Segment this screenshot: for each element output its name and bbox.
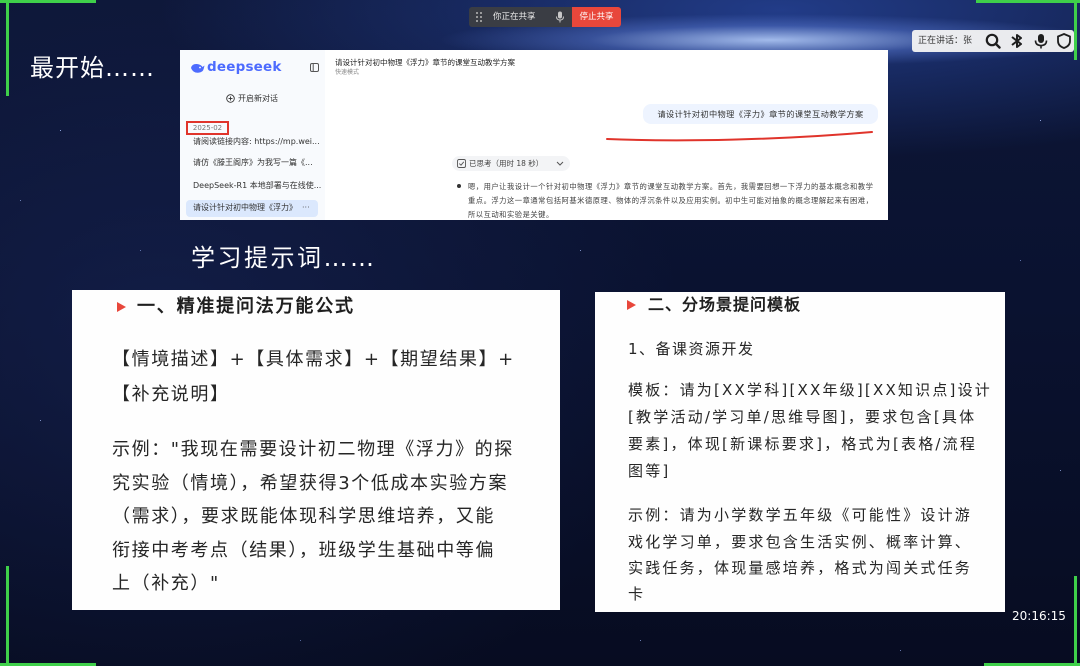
template-line: [教学活动/学习单/思维导图]，要求包含[具体 <box>628 408 977 426</box>
section-title: 1、备课资源开发 <box>628 340 755 358</box>
list-bullet <box>457 184 461 188</box>
plus-circle-icon <box>226 94 235 103</box>
share-border-top-left-h <box>0 0 96 3</box>
history-item: 请仿《滕王阁序》为我写一篇《... <box>193 158 313 167</box>
share-border-bottom-right-v <box>1074 576 1077 666</box>
mic-icon[interactable] <box>555 11 565 23</box>
example-line: （需求），要求既能体现科学思维培养，又能 <box>112 506 495 527</box>
date-group-label-highlighted: 2025-02 <box>186 121 229 135</box>
share-border-top-right-v <box>1074 0 1077 60</box>
formula-card: 一、精准提问法万能公式 【情境描述】+【具体需求】+【期望结果】+ 【补充说明】… <box>72 290 560 610</box>
thought-icon <box>457 159 466 168</box>
mic-icon[interactable] <box>1033 33 1049 49</box>
red-underline-annotation <box>606 131 873 142</box>
network-icon[interactable] <box>1009 33 1025 49</box>
new-chat-label: 开启新对话 <box>238 94 278 103</box>
share-status-text: 你正在共享 <box>493 12 536 22</box>
deepseek-sidebar <box>180 50 325 220</box>
template-line: 图等] <box>628 462 671 480</box>
slide-heading-prompts: 学习提示词…… <box>191 244 377 272</box>
shield-icon[interactable] <box>1056 33 1072 49</box>
example-line: 上（补充）" <box>112 573 220 594</box>
user-message-bubble: 请设计针对初中物理《浮力》章节的课堂互动教学方案 <box>643 104 878 124</box>
share-border-bottom-left-v <box>6 566 9 666</box>
template-card-title: 二、分场景提问模板 <box>648 295 802 314</box>
formula-card-title: 一、精准提问法万能公式 <box>137 296 355 317</box>
screen-share-bar: 你正在共享 停止共享 <box>469 7 621 27</box>
history-item-active: 请设计针对初中物理《浮力》 <box>193 203 297 212</box>
example-line: 戏化学习单，要求包含生活实例、概率计算、 <box>628 533 973 551</box>
history-item: 请阅读链接内容: https://mp.wei... <box>193 137 320 146</box>
deepseek-screenshot: deepseek 开启新对话 2025-02 请阅读链接内容: https://… <box>180 50 888 220</box>
template-card: 二、分场景提问模板 1、备课资源开发 模板：请为[XX学科][XX年级][XX知… <box>595 292 1005 612</box>
example-line: 实践任务，体现量感培养，格式为闯关式任务 <box>628 559 973 577</box>
triangle-bullet-icon <box>117 302 126 312</box>
speaker-label: 正在讲话：张 <box>918 36 973 46</box>
example-line: 示例："我现在需要设计初二物理《浮力》的探 <box>112 439 514 460</box>
thought-label: 已思考（用时 18 秒） <box>469 159 544 168</box>
share-border-top-left-v <box>6 0 9 96</box>
example-line: 究实验（情境），希望获得3个低成本实验方案 <box>112 473 509 494</box>
formula-line: 【情境描述】+【具体需求】+【期望结果】+ <box>112 349 515 370</box>
thought-toggle: 已思考（用时 18 秒） <box>452 156 570 171</box>
answer-line: 重点。浮力这一章通常包括阿基米德原理、物体的浮沉条件以及应用实例。初中生可能对抽… <box>468 196 874 205</box>
template-line: 模板：请为[XX学科][XX年级][XX知识点]设计 <box>628 381 992 399</box>
more-options-icon: ··· <box>302 203 310 212</box>
example-line: 衔接中考考点（结果），班级学生基础中等偏 <box>112 540 495 561</box>
drag-handle-icon[interactable] <box>476 12 483 22</box>
answer-line: 嗯，用户让我设计一个针对初中物理《浮力》章节的课堂互动教学方案。首先，我需要回想… <box>468 182 874 191</box>
example-line: 示例：请为小学数学五年级《可能性》设计游 <box>628 506 973 524</box>
answer-line: 所以互动和实验是关键。 <box>468 210 554 219</box>
formula-line: 【补充说明】 <box>112 384 230 405</box>
zoom-icon[interactable] <box>985 33 1001 49</box>
triangle-bullet-icon <box>627 300 636 310</box>
history-item: DeepSeek-R1 本地部署与在线使... <box>193 181 322 190</box>
sidebar-toggle-icon <box>310 63 319 72</box>
template-line: 要素]，体现[新课标要求]，格式为[表格/流程 <box>628 435 978 453</box>
speaking-indicator: 正在讲话：张 <box>912 30 1074 52</box>
clock: 20:16:15 <box>1012 609 1066 623</box>
chat-title: 请设计针对初中物理《浮力》章节的课堂互动教学方案 <box>335 58 515 67</box>
chat-mode-label: 快速模式 <box>335 69 360 76</box>
share-status-area: 你正在共享 <box>469 7 572 27</box>
whale-logo-icon <box>191 63 205 73</box>
slide-heading-start: 最开始…… <box>30 54 155 82</box>
stop-share-button[interactable]: 停止共享 <box>572 7 621 27</box>
example-line: 卡 <box>628 585 646 603</box>
share-border-top-right-h <box>976 0 1080 3</box>
deepseek-logo-text: deepseek <box>207 59 282 75</box>
chevron-down-icon <box>556 161 564 166</box>
